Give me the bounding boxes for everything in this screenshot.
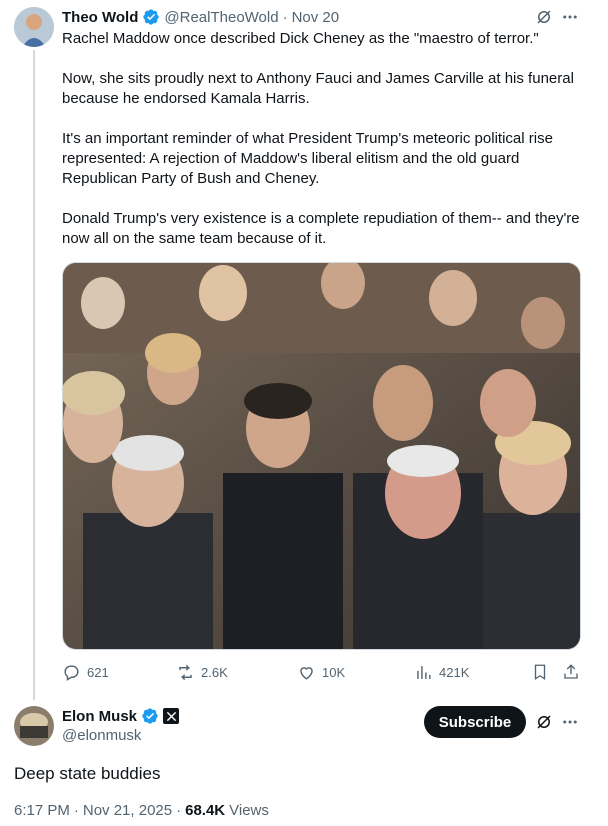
verified-badge-icon (143, 9, 160, 25)
tweet-date[interactable]: Nov 20 (292, 9, 340, 26)
verified-badge-icon (142, 708, 158, 724)
thread-line (33, 50, 35, 700)
quoted-tweet-text: Rachel Maddow once described Dick Cheney… (62, 30, 580, 247)
main-tweet-header: Elon Musk (62, 707, 180, 725)
like-count: 10K (322, 664, 346, 680)
separator-dot: · (73, 802, 79, 819)
like-button[interactable]: 10K (297, 660, 345, 684)
views-button[interactable]: 421K (414, 660, 469, 684)
reply-count: 621 (87, 664, 109, 680)
repost-icon (179, 664, 192, 680)
author-name[interactable]: Elon Musk (62, 708, 137, 725)
tweet-photo[interactable] (62, 262, 581, 650)
separator-dot: · (176, 802, 182, 819)
reply-icon (64, 664, 79, 681)
author-name[interactable]: Theo Wold (62, 9, 138, 26)
author-handle[interactable]: @RealTheoWold (164, 9, 278, 26)
tweet-meta: 6:17 PM · Nov 21, 2025 · 68.4K Views (14, 802, 269, 819)
views-count: 68.4K (185, 802, 226, 819)
tweet-date[interactable]: Nov 21, 2025 (83, 802, 172, 819)
author-handle[interactable]: @elonmusk (62, 727, 141, 744)
views-label: Views (229, 802, 269, 819)
elon-musk-avatar[interactable] (14, 706, 54, 746)
more-icon[interactable] (560, 7, 580, 27)
quoted-tweet-header: Theo Wold @RealTheoWold · Nov 20 (62, 8, 339, 26)
subscribe-button[interactable]: Subscribe (424, 706, 526, 738)
repost-count: 2.6K (201, 664, 228, 680)
reply-button[interactable]: 621 (62, 660, 109, 684)
tweet-time[interactable]: 6:17 PM (14, 802, 70, 819)
bookmark-icon[interactable] (530, 662, 550, 682)
grok-icon[interactable] (534, 712, 554, 732)
share-icon[interactable] (561, 662, 581, 682)
x-affiliate-icon[interactable] (163, 708, 180, 724)
views-count: 421K (439, 664, 470, 680)
repost-button[interactable]: 2.6K (176, 660, 228, 684)
separator-dot: · (282, 8, 288, 26)
main-tweet-text: Deep state buddies (14, 764, 161, 783)
theo-wold-avatar[interactable] (14, 7, 54, 47)
grok-icon[interactable] (534, 7, 554, 27)
more-icon[interactable] (560, 712, 580, 732)
views-icon (417, 665, 431, 679)
like-icon (300, 666, 313, 680)
